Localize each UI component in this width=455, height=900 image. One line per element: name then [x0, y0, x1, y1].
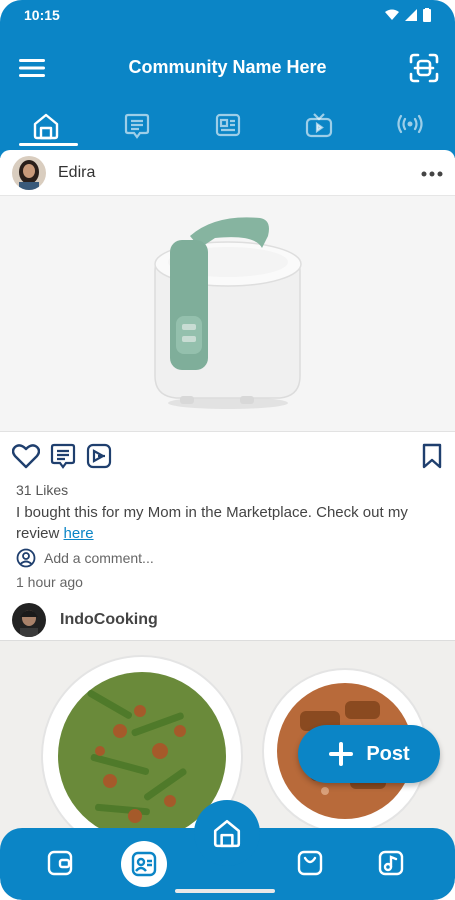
post-actions: [0, 432, 455, 480]
comment-icon[interactable]: [50, 442, 76, 470]
tab-chat[interactable]: [91, 106, 182, 150]
menu-button[interactable]: [14, 50, 50, 86]
bottom-nav-shop[interactable]: [293, 846, 327, 880]
news-icon: [215, 113, 240, 137]
wallet-icon: [47, 850, 73, 876]
scan-button[interactable]: [405, 49, 443, 87]
post-header: Edira: [0, 150, 455, 196]
new-post-label: Post: [366, 742, 410, 765]
new-post-button[interactable]: Post: [298, 725, 440, 783]
post-caption: I bought this for my Mom in the Marketpl…: [0, 500, 455, 544]
post-time: 1 hour ago: [16, 574, 83, 590]
avatar[interactable]: [12, 603, 46, 637]
battery-icon: [423, 8, 431, 22]
tab-live[interactable]: [364, 106, 455, 150]
avatar[interactable]: [12, 155, 46, 190]
feed: Edira 31 Likes I bought this for my Mom …: [0, 150, 455, 900]
profile-card-icon: [131, 851, 157, 877]
bottom-nav-profile[interactable]: [121, 841, 167, 887]
bottom-nav-home[interactable]: [194, 800, 260, 866]
like-heart-icon[interactable]: [12, 443, 40, 469]
home-indicator: [175, 889, 275, 893]
bookmark-icon[interactable]: [421, 443, 443, 469]
tab-news[interactable]: [182, 106, 273, 150]
status-bar: 10:15: [0, 0, 455, 30]
post-image[interactable]: [0, 196, 455, 432]
home-icon: [213, 819, 241, 848]
phone-screen: 10:15 Community Name Here Edira 31 Likes…: [0, 0, 455, 900]
add-comment-field[interactable]: Add a comment...: [0, 544, 455, 570]
page-title: Community Name Here: [128, 56, 327, 77]
music-icon: [378, 850, 404, 876]
likes-count: 31 Likes: [16, 482, 69, 498]
broadcast-icon: [396, 114, 423, 134]
tv-icon: [305, 113, 332, 138]
wifi-icon: [385, 9, 399, 20]
share-icon[interactable]: [86, 443, 112, 469]
post-header: IndoCooking: [0, 596, 455, 644]
tab-home[interactable]: [0, 106, 91, 150]
status-icons: [385, 8, 431, 22]
chat-icon: [124, 113, 149, 139]
plus-icon: [329, 742, 354, 766]
app-bar: Community Name Here: [0, 44, 455, 90]
post-author[interactable]: Edira: [58, 164, 413, 182]
signal-icon: [405, 9, 417, 21]
more-icon: [421, 171, 443, 176]
home-icon: [33, 113, 58, 140]
tab-tv[interactable]: [273, 106, 364, 150]
hamburger-icon: [19, 59, 45, 77]
bottom-nav-music[interactable]: [374, 846, 408, 880]
user-circle-icon: [16, 548, 36, 568]
shopping-bag-icon: [297, 850, 323, 876]
bottom-nav-wallet[interactable]: [43, 846, 77, 880]
post-author[interactable]: IndoCooking: [60, 611, 158, 629]
header: 10:15 Community Name Here: [0, 0, 455, 158]
qr-scan-icon: [409, 53, 439, 83]
top-tabs: [0, 106, 455, 150]
more-options-button[interactable]: [413, 164, 443, 182]
status-time: 10:15: [24, 7, 60, 23]
review-link[interactable]: here: [64, 525, 94, 542]
rice-cooker-image: [0, 196, 455, 431]
comment-placeholder: Add a comment...: [44, 550, 154, 566]
